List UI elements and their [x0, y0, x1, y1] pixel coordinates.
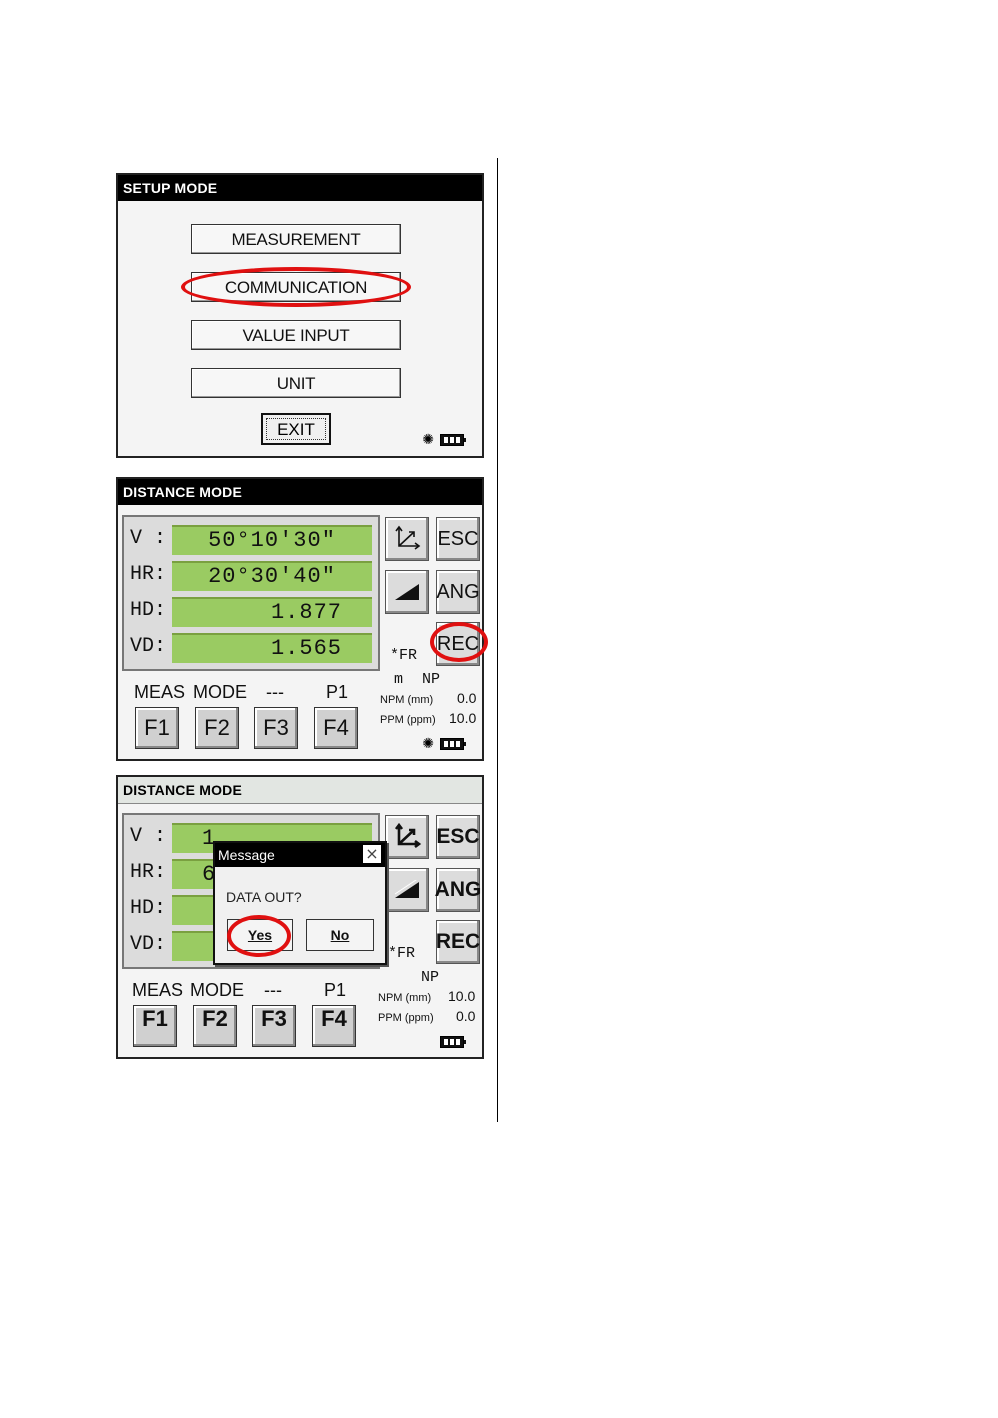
setup-mode-screen: SETUP MODE MEASUREMENT COMMUNICATION VAL… — [116, 173, 484, 458]
coordinate-button[interactable] — [385, 815, 429, 859]
measurement-button[interactable]: MEASUREMENT — [191, 224, 401, 254]
row-hr: HR: 20°30'40" — [126, 561, 378, 593]
message-dialog: Message × DATA OUT? Yes No — [213, 841, 387, 965]
unit-indicator: m — [394, 671, 404, 688]
f1-button[interactable]: F1 — [133, 1005, 177, 1047]
fr-indicator: *FR — [390, 647, 418, 664]
row-hr-label: HR: — [130, 861, 167, 884]
row-vd-label: VD: — [130, 635, 167, 658]
battery-icon — [440, 1036, 466, 1048]
npm-label: NPM (mm) — [378, 992, 432, 1004]
row-v: V : 50°10'30" — [126, 525, 378, 557]
ppm-label: PPM (ppm) — [378, 1012, 434, 1024]
status-bar-3 — [440, 1035, 466, 1049]
npm-value: 0.0 — [457, 690, 477, 706]
unit-button[interactable]: UNIT — [191, 368, 401, 398]
exit-label: EXIT — [266, 418, 326, 440]
row-hr-label: HR: — [130, 563, 167, 586]
page-divider — [497, 158, 498, 1122]
exit-button[interactable]: EXIT — [261, 413, 331, 445]
row-vd: VD: 1.565 — [126, 633, 378, 665]
value-input-button[interactable]: VALUE INPUT — [191, 320, 401, 350]
ang-button[interactable]: ANG — [436, 570, 480, 614]
battery-icon — [440, 434, 466, 446]
f3-button[interactable]: F3 — [252, 1005, 296, 1047]
setup-title: SETUP MODE — [118, 175, 482, 201]
rec-button[interactable]: REC — [436, 920, 480, 964]
slope-icon — [394, 880, 419, 898]
dash-label: --- — [266, 682, 284, 702]
esc-button[interactable]: ESC — [436, 517, 480, 561]
meas-label: MEAS — [132, 980, 184, 1000]
f2-button[interactable]: F2 — [193, 1005, 237, 1047]
esc-button[interactable]: ESC — [436, 815, 480, 859]
slope-icon — [395, 584, 419, 600]
row-hd: HD: 1.877 — [126, 597, 378, 629]
f1-button[interactable]: F1 — [135, 707, 179, 749]
dialog-title: Message — [215, 843, 385, 867]
f4-button[interactable]: F4 — [314, 707, 358, 749]
fr-indicator: *FR — [388, 945, 416, 962]
f4-button[interactable]: F4 — [312, 1005, 356, 1047]
row-v-label: V : — [130, 825, 167, 848]
battery-icon — [440, 738, 466, 750]
distance-title-2: DISTANCE MODE — [118, 777, 482, 804]
meas-label: MEAS — [134, 682, 186, 702]
readout-panel: V : 50°10'30" HR: 20°30'40" HD: 1.877 VD… — [122, 515, 380, 671]
f2-button[interactable]: F2 — [195, 707, 239, 749]
f3-button[interactable]: F3 — [254, 707, 298, 749]
coordinate-axes-icon — [394, 822, 422, 849]
laser-icon: ✺ — [422, 432, 434, 448]
ppm-value: 0.0 — [456, 1008, 476, 1024]
p1-label: P1 — [326, 682, 349, 702]
coordinate-button[interactable] — [385, 517, 429, 561]
mode-label: MODE — [190, 980, 244, 1000]
ang-button[interactable]: ANG — [435, 868, 481, 912]
npm-label: NPM (mm) — [380, 694, 434, 706]
row-v-value: 50°10'30" — [172, 525, 372, 555]
row-vd-label: VD: — [130, 933, 167, 956]
dialog-message: DATA OUT? — [226, 889, 302, 905]
rec-highlight-ellipse — [430, 622, 488, 662]
no-button[interactable]: No — [306, 919, 374, 951]
status-bar: ✺ — [422, 432, 466, 448]
p1-label: P1 — [324, 980, 347, 1000]
np-indicator: NP — [421, 969, 440, 986]
npm-value: 10.0 — [448, 988, 476, 1004]
laser-icon: ✺ — [422, 736, 434, 752]
row-hd-label: HD: — [130, 897, 167, 920]
distance-mode-screen-2: DISTANCE MODE V : 1 HR: 6 HD: VD: ESC AN… — [116, 775, 484, 1059]
mode-label: MODE — [193, 682, 247, 702]
coordinate-axes-icon — [395, 525, 421, 550]
row-hd-label: HD: — [130, 599, 167, 622]
slope-button[interactable] — [385, 868, 429, 912]
yes-highlight-ellipse — [227, 915, 291, 957]
close-icon[interactable]: × — [363, 845, 381, 863]
distance-title-1: DISTANCE MODE — [118, 479, 482, 505]
status-bar-2: ✺ — [422, 736, 466, 752]
row-vd-value: 1.565 — [172, 633, 372, 663]
row-hd-value: 1.877 — [172, 597, 372, 627]
row-hr-value: 20°30'40" — [172, 561, 372, 591]
slope-button[interactable] — [385, 570, 429, 614]
ppm-value: 10.0 — [449, 710, 477, 726]
np-indicator: NP — [422, 671, 441, 688]
highlight-ellipse — [181, 267, 411, 307]
ppm-label: PPM (ppm) — [380, 714, 436, 726]
distance-mode-screen-1: DISTANCE MODE V : 50°10'30" HR: 20°30'40… — [116, 477, 488, 761]
row-v-label: V : — [130, 527, 167, 550]
dash-label: --- — [264, 980, 282, 1000]
